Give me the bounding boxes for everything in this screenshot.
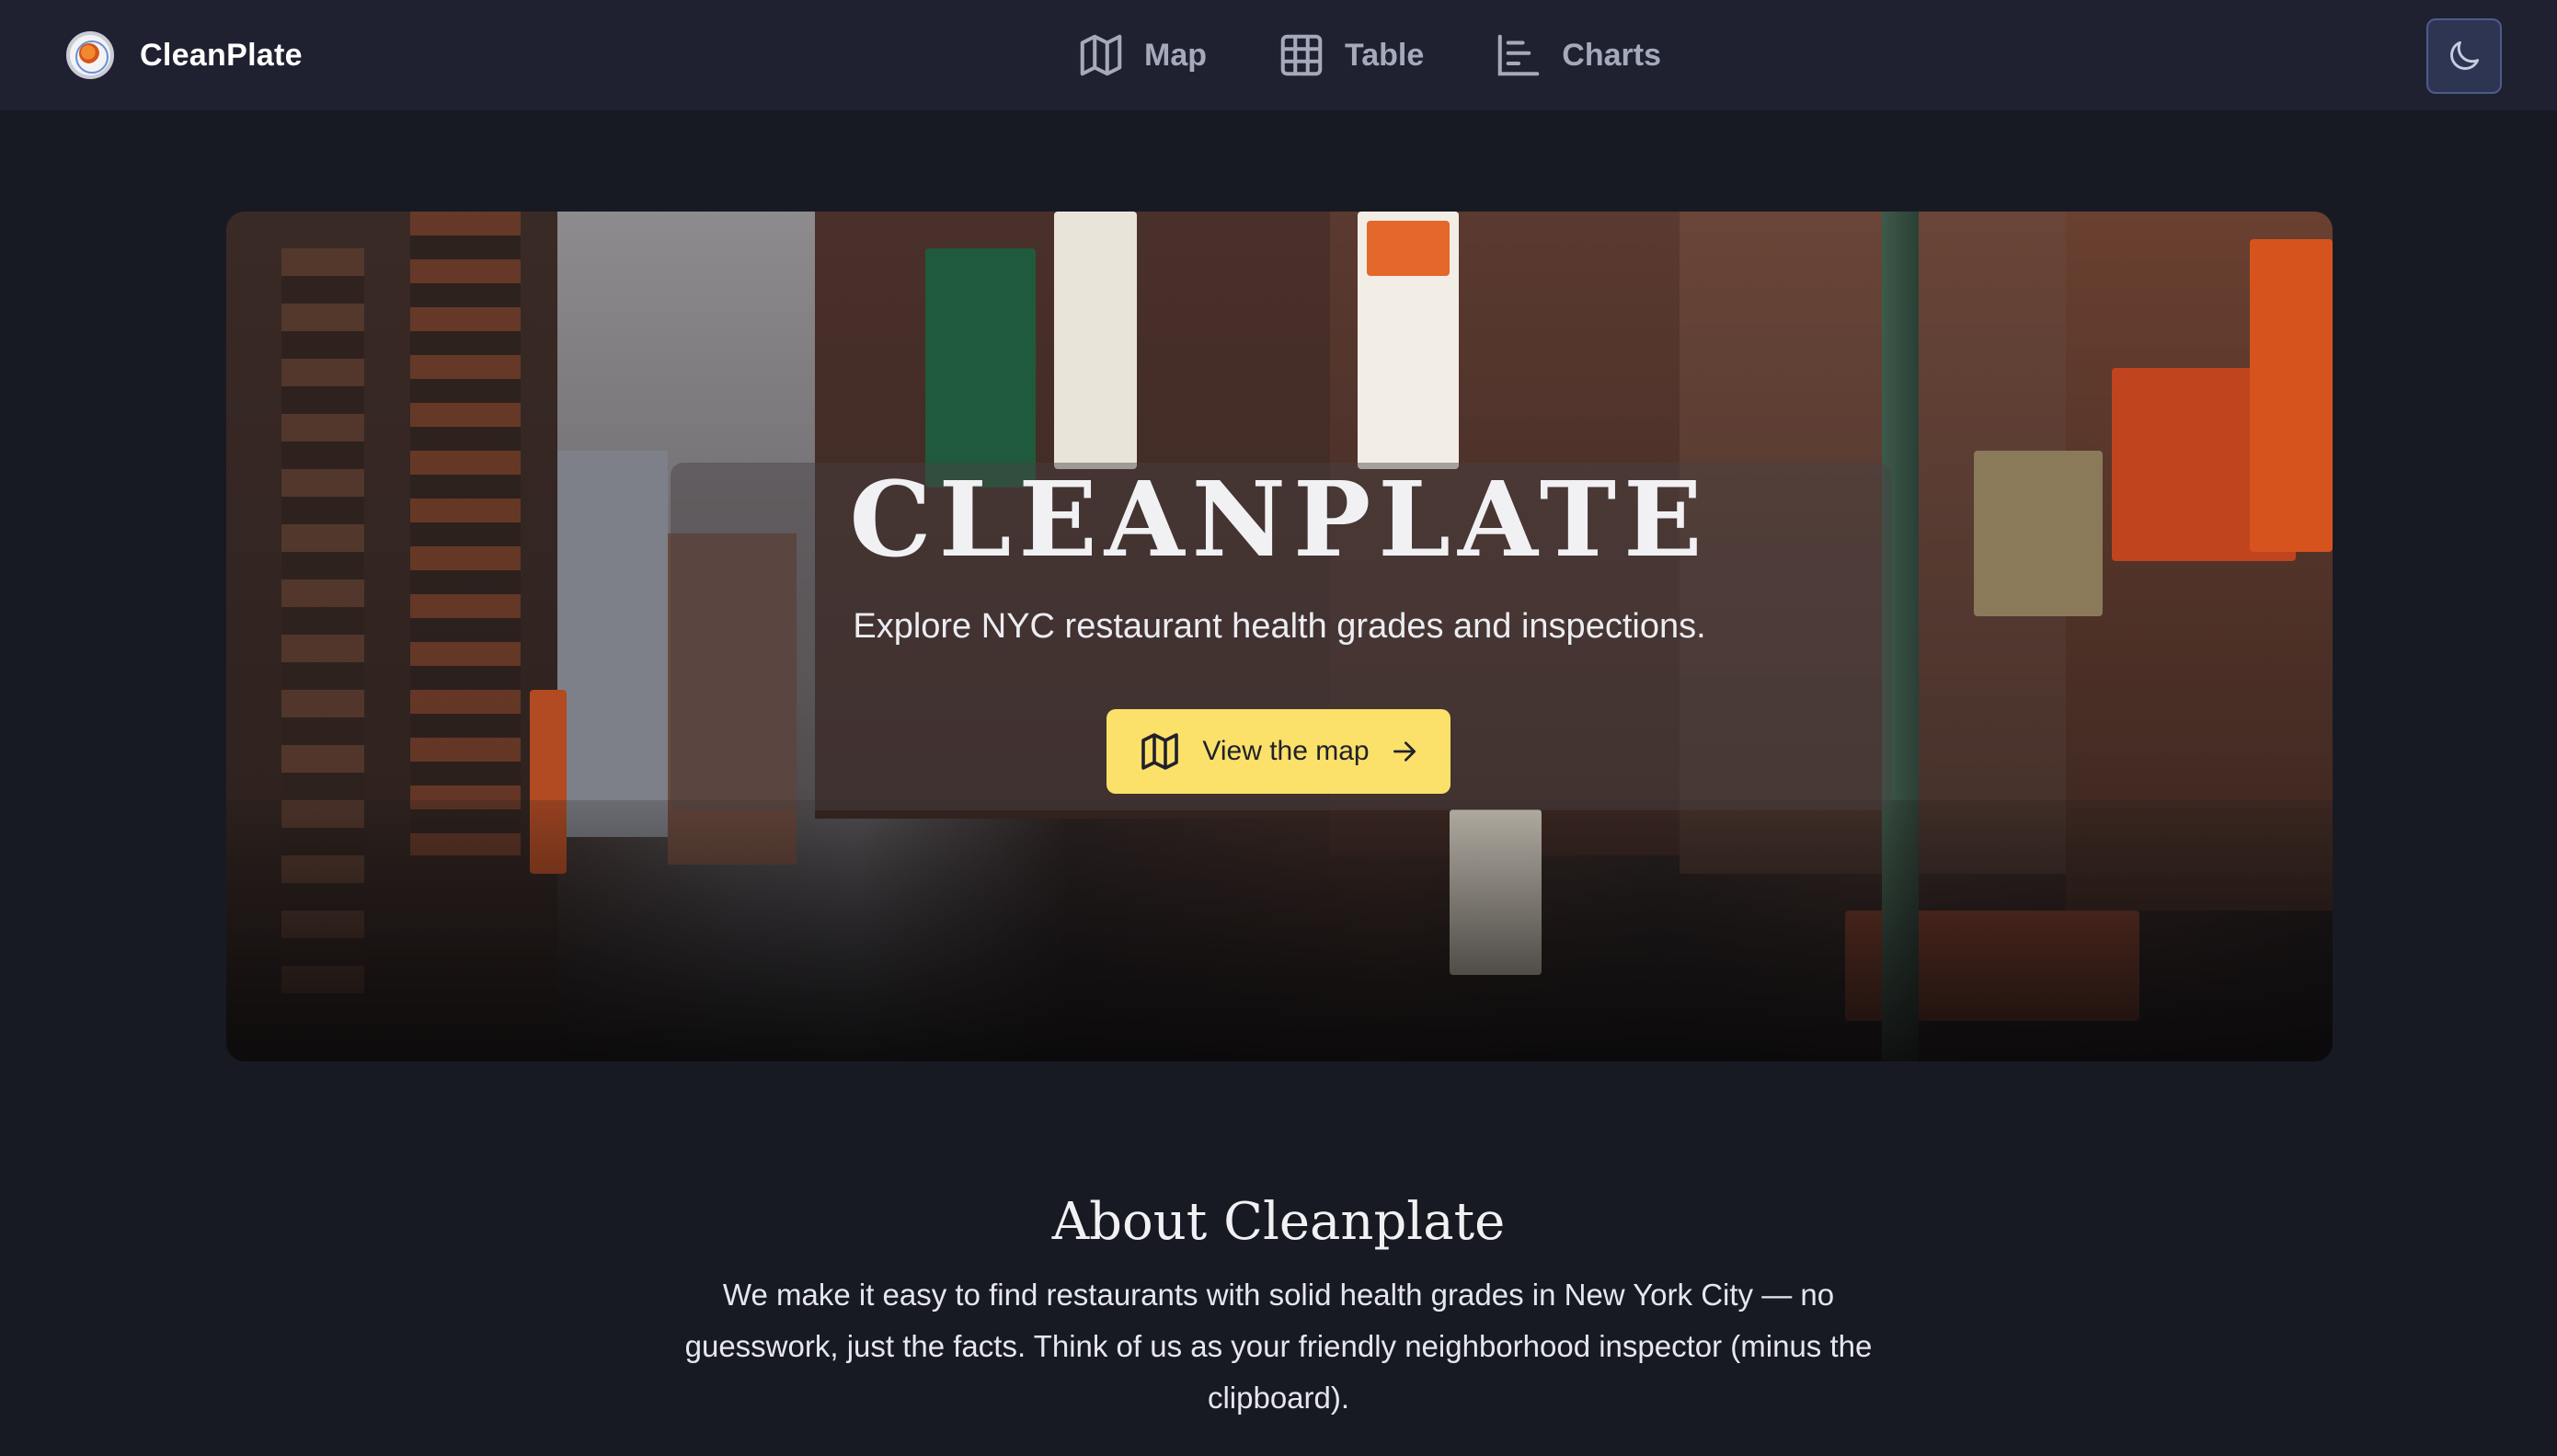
nav-item-charts[interactable]: Charts — [1494, 30, 1661, 80]
map-icon — [1141, 733, 1179, 770]
about-text: We make it easy to find restaurants with… — [684, 1278, 1873, 1415]
map-icon — [1080, 34, 1122, 76]
brand-name: CleanPlate — [140, 37, 303, 73]
hero-title: CLEANPLATE — [849, 460, 1710, 580]
hero-subtitle: Explore NYC restaurant health grades and… — [853, 607, 1706, 646]
plate-logo-icon — [66, 31, 114, 79]
nav-item-map[interactable]: Map — [1076, 30, 1207, 80]
main-nav: Map Table Charts — [1076, 28, 1731, 83]
hero-banner: CLEANPLATE Explore NYC restaurant health… — [226, 212, 2333, 1061]
nav-item-table[interactable]: Table — [1277, 30, 1424, 80]
arrow-right-icon — [1393, 741, 1416, 762]
theme-toggle-button[interactable] — [2426, 18, 2502, 94]
brand-link[interactable]: CleanPlate — [66, 26, 303, 85]
table-icon — [1280, 34, 1323, 76]
nav-item-label: Map — [1144, 37, 1207, 73]
nav-item-label: Charts — [1562, 37, 1661, 73]
moon-icon — [2450, 40, 2480, 70]
view-map-label: View the map — [1202, 736, 1370, 766]
about-title: About Cleanplate — [1051, 1192, 1506, 1252]
bar-chart-icon — [1498, 34, 1540, 76]
view-map-button[interactable]: View the map — [1107, 709, 1450, 794]
top-navbar: CleanPlate Map Table Charts — [0, 0, 2557, 110]
nav-item-label: Table — [1345, 37, 1425, 73]
